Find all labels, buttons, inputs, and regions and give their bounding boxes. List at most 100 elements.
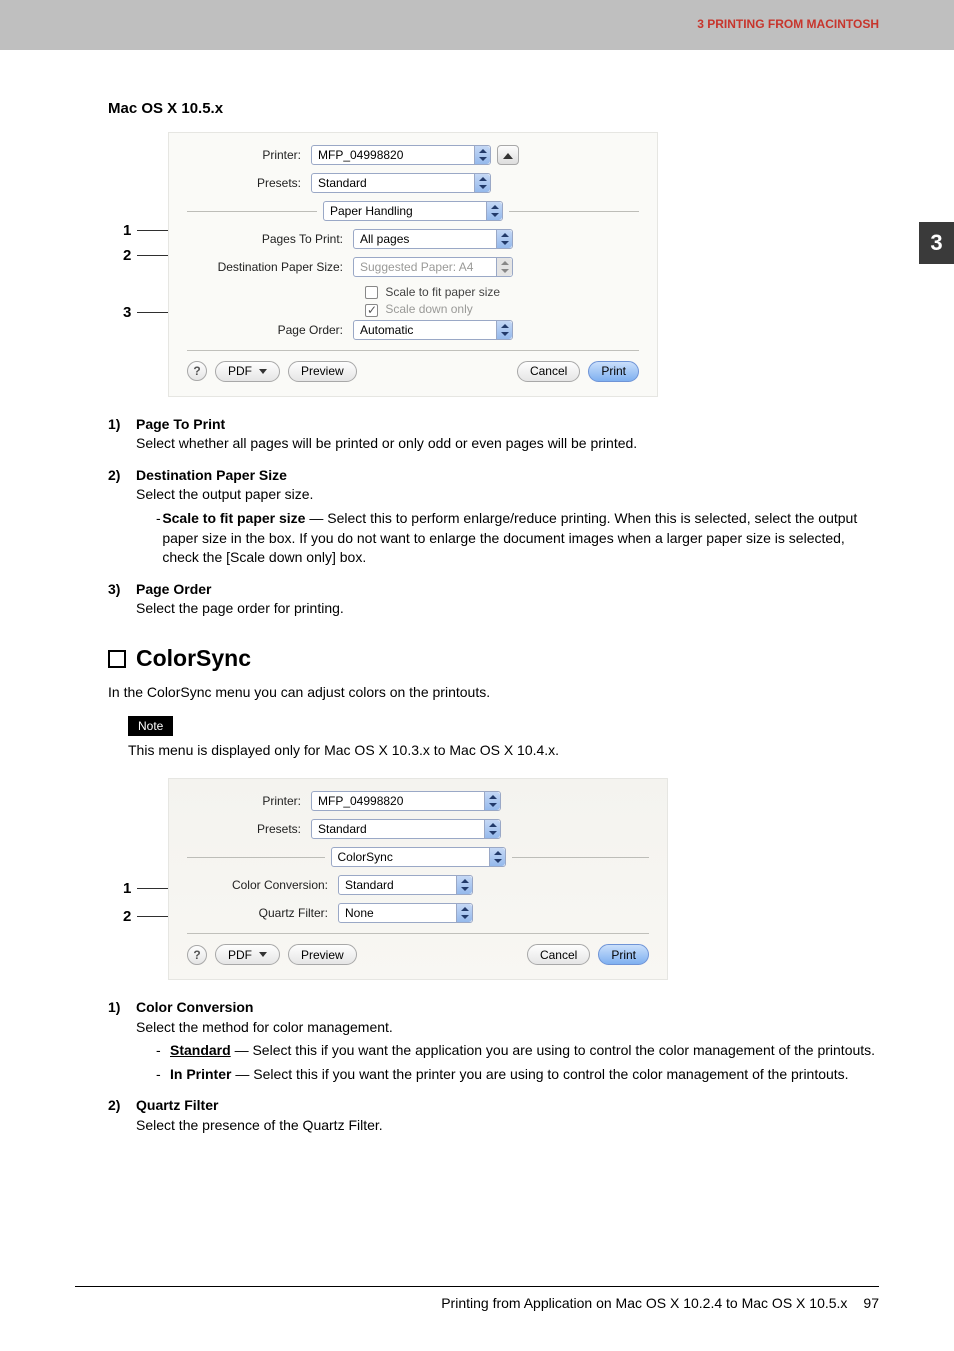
callout-3: 3 [123,304,131,321]
quartz-filter-label: Quartz Filter: [187,906,332,920]
stepper-icon [474,146,490,164]
pages-to-print-value: All pages [360,232,409,246]
printer-label: Printer: [187,794,305,808]
callout-2: 2 [123,247,131,264]
printer-select[interactable]: MFP_04998820 [311,791,501,811]
sub-bold: Scale to fit paper size [162,510,305,526]
desc-title: Destination Paper Size [136,466,879,486]
desc-text: Select the page order for printing. [136,599,879,619]
chevron-down-icon [259,369,267,374]
presets-label: Presets: [187,822,305,836]
footer-text: Printing from Application on Mac OS X 10… [441,1295,847,1311]
chapter-tab: 3 [919,222,954,264]
desc-title: Quartz Filter [136,1096,879,1116]
desc-text: Select the output paper size. [136,485,879,505]
subheading-macosx105: Mac OS X 10.5.x [108,100,879,117]
desc-num: 2) [108,1096,136,1135]
pdf-button[interactable]: PDF [215,361,280,382]
desc-title: Color Conversion [136,998,879,1018]
desc-text: Select the method for color management. [136,1018,879,1038]
colorsync-heading: ColorSync [136,645,251,672]
pages-to-print-label: Pages To Print: [187,232,347,246]
scale-down-only-label: Scale down only [385,302,472,316]
quartz-filter-value: None [345,906,374,920]
bullet-dash: - [156,1041,170,1061]
scale-to-fit-checkbox[interactable] [365,286,378,299]
cancel-button[interactable]: Cancel [527,944,590,965]
top-bar: 3 PRINTING FROM MACINTOSH [0,0,954,50]
divider [187,933,649,934]
printer-label: Printer: [187,148,305,162]
scale-down-only-checkbox[interactable] [365,304,378,317]
desc-text: Select the presence of the Quartz Filter… [136,1116,879,1136]
desc-num: 3) [108,580,136,619]
desc-num: 2) [108,466,136,568]
callout-1: 1 [123,880,131,897]
desc-title: Page Order [136,580,879,600]
note-tag: Note [128,716,173,736]
stepper-icon [484,792,500,810]
pane-separator: ColorSync [187,847,649,867]
page-order-value: Automatic [360,323,413,337]
preview-button[interactable]: Preview [288,944,357,965]
presets-value: Standard [318,822,367,836]
color-conversion-value: Standard [345,878,394,892]
collapse-button[interactable] [497,145,519,165]
help-button[interactable]: ? [187,361,207,381]
presets-label: Presets: [187,176,305,190]
color-conversion-label: Color Conversion: [187,878,332,892]
chevron-down-icon [259,952,267,957]
print-dialog-2: Printer: MFP_04998820 Presets: Standard … [168,778,668,980]
quartz-filter-select[interactable]: None [338,903,473,923]
printer-select[interactable]: MFP_04998820 [311,145,491,165]
sub-bold: Standard [170,1042,231,1058]
sub-bold: In Printer [170,1066,231,1082]
pdf-button-label: PDF [228,948,252,962]
pane-select[interactable]: ColorSync [331,847,506,867]
dest-paper-size-label: Destination Paper Size: [187,260,347,274]
colorsync-figure: 1 2 Printer: MFP_04998820 Presets: Stand… [123,778,879,980]
dest-paper-size-select[interactable]: Suggested Paper: A4 [353,257,513,277]
print-button[interactable]: Print [598,944,649,965]
desc-num: 1) [108,415,136,454]
desc-num: 1) [108,998,136,1084]
divider [187,350,639,351]
pdf-button-label: PDF [228,364,252,378]
cancel-button[interactable]: Cancel [517,361,580,382]
stepper-icon [456,876,472,894]
page-footer: Printing from Application on Mac OS X 10… [0,1286,954,1311]
pane-value: ColorSync [338,850,393,864]
sub-rest: — Select this if you want the printer yo… [231,1066,848,1082]
stepper-icon [484,820,500,838]
colorsync-intro: In the ColorSync menu you can adjust col… [108,684,879,700]
paper-handling-descriptions: 1) Page To Print Select whether all page… [108,415,879,619]
page-order-label: Page Order: [187,323,347,337]
scale-to-fit-label: Scale to fit paper size [385,285,500,299]
pdf-button[interactable]: PDF [215,944,280,965]
presets-select[interactable]: Standard [311,173,491,193]
desc-text: Select whether all pages will be printed… [136,434,879,454]
desc-title: Page To Print [136,415,879,435]
stepper-icon [496,321,512,339]
footer-page: 97 [863,1295,879,1311]
printer-value: MFP_04998820 [318,148,403,162]
sub-rest: — Select this if you want the applicatio… [231,1042,875,1058]
pages-to-print-select[interactable]: All pages [353,229,513,249]
presets-value: Standard [318,176,367,190]
dest-paper-size-value: Suggested Paper: A4 [360,260,473,274]
note-text: This menu is displayed only for Mac OS X… [128,742,879,758]
stepper-icon [496,258,512,276]
help-button[interactable]: ? [187,945,207,965]
presets-select[interactable]: Standard [311,819,501,839]
pane-separator: Paper Handling [187,201,639,221]
print-button[interactable]: Print [588,361,639,382]
callout-1: 1 [123,222,131,239]
square-icon [108,650,126,668]
preview-button[interactable]: Preview [288,361,357,382]
stepper-icon [489,848,505,866]
stepper-icon [474,174,490,192]
page-order-select[interactable]: Automatic [353,320,513,340]
color-conversion-select[interactable]: Standard [338,875,473,895]
pane-select[interactable]: Paper Handling [323,201,503,221]
stepper-icon [486,202,502,220]
